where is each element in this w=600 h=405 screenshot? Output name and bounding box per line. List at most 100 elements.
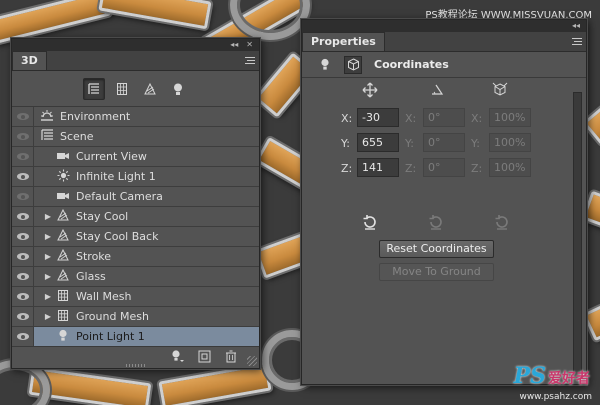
- layer-row[interactable]: Current View: [12, 146, 259, 167]
- scroll-grip[interactable]: [125, 364, 146, 367]
- coordinate-row: X: -30 X: 0° X: 100%: [302, 108, 572, 130]
- coordinates-form: X: -30 X: 0° X: 100% Y: 655 Y: 0° Y: 100% Z: 141 Z: 0° Z…: [302, 79, 572, 384]
- position-input[interactable]: -30: [357, 108, 399, 127]
- collapse-icon[interactable]: ◂◂: [572, 20, 580, 32]
- eye-icon: [16, 213, 29, 220]
- reset-coordinates-button[interactable]: Reset Coordinates: [379, 240, 494, 258]
- collapse-icon[interactable]: ◂◂: [230, 39, 238, 51]
- material-filter-icon[interactable]: [139, 78, 161, 100]
- scene-layer-list: Environment Scene Current View Infinite Lig…: [12, 106, 259, 347]
- layer-label: Stay Cool Back: [76, 230, 159, 243]
- plane-mesh-icon: [54, 289, 72, 305]
- reset-position-icon[interactable]: [362, 214, 378, 234]
- expand-arrow-icon[interactable]: ▶: [42, 212, 54, 221]
- tab-bar: Properties: [302, 32, 586, 52]
- coordinates-tab-icon[interactable]: [344, 55, 362, 74]
- panel-menu-icon[interactable]: [241, 53, 255, 67]
- reset-rotation-icon: [428, 214, 444, 234]
- position-axis-label: Y:: [341, 137, 350, 150]
- rotation-input: 0°: [423, 108, 465, 127]
- rotation-input: 0°: [423, 158, 465, 177]
- visibility-toggle[interactable]: [12, 286, 34, 307]
- wood-plank-render: [98, 0, 212, 30]
- expand-arrow-icon[interactable]: ▶: [42, 252, 54, 261]
- vertical-scrollbar[interactable]: [573, 92, 582, 378]
- watermark-url: www.psahz.com: [519, 392, 592, 402]
- position-input[interactable]: 655: [357, 133, 399, 152]
- watermark-cn: 爱好者: [548, 371, 590, 387]
- rotation-input: 0°: [423, 133, 465, 152]
- layer-row[interactable]: ▶ Wall Mesh: [12, 286, 259, 307]
- layer-row[interactable]: Environment: [12, 106, 259, 127]
- scale-input: 100%: [489, 158, 531, 177]
- layer-label: Wall Mesh: [76, 290, 132, 303]
- resize-grip-icon[interactable]: [247, 356, 257, 366]
- plane-mesh-icon: [54, 309, 72, 325]
- mesh-icon: [54, 228, 72, 245]
- layer-row[interactable]: Default Camera: [12, 186, 259, 207]
- eye-icon: [16, 173, 29, 180]
- watermark-ps: PS: [513, 363, 546, 389]
- visibility-toggle[interactable]: [12, 266, 34, 287]
- layer-row[interactable]: ▶ Glass: [12, 266, 259, 287]
- layer-row[interactable]: Scene: [12, 126, 259, 147]
- coordinate-row: Z: 141 Z: 0° Z: 100%: [302, 158, 572, 180]
- properties-panel: ◂◂ Properties Coordinates X: -30 X: 0° X: 100…: [301, 19, 587, 385]
- layer-label: Ground Mesh: [76, 310, 149, 323]
- scale-cube-icon: [492, 82, 508, 102]
- mesh-icon: [54, 248, 72, 265]
- move-to-ground-button: Move To Ground: [379, 263, 494, 281]
- expand-arrow-icon[interactable]: ▶: [42, 232, 54, 241]
- expand-arrow-icon[interactable]: ▶: [42, 312, 54, 321]
- camera-icon: [54, 150, 72, 164]
- panel-topbar: ◂◂ ✕: [12, 39, 259, 51]
- layer-row[interactable]: ▶ Stay Cool: [12, 206, 259, 227]
- visibility-toggle[interactable]: [12, 246, 34, 267]
- visibility-toggle[interactable]: [12, 306, 34, 327]
- position-input[interactable]: 141: [357, 158, 399, 177]
- layer-label: Glass: [76, 270, 106, 283]
- tab-3d[interactable]: 3D: [12, 51, 47, 70]
- panel-menu-icon[interactable]: [568, 34, 582, 48]
- visibility-toggle[interactable]: [12, 126, 34, 147]
- position-axis-label: X:: [341, 112, 353, 125]
- properties-header: Coordinates: [302, 52, 586, 78]
- expand-arrow-icon[interactable]: ▶: [42, 272, 54, 281]
- add-light-icon[interactable]: [170, 349, 184, 366]
- add-object-icon[interactable]: [198, 350, 211, 366]
- panel-topbar: ◂◂: [302, 20, 586, 32]
- coordinate-row: Y: 655 Y: 0° Y: 100%: [302, 133, 572, 155]
- layer-row[interactable]: ▶ Stay Cool Back: [12, 226, 259, 247]
- layer-row[interactable]: Infinite Light 1: [12, 166, 259, 187]
- layer-row[interactable]: ▶ Ground Mesh: [12, 306, 259, 327]
- visibility-toggle[interactable]: [12, 206, 34, 227]
- light-properties-icon[interactable]: [316, 56, 334, 74]
- layer-row[interactable]: ▶ Stroke: [12, 246, 259, 267]
- visibility-toggle[interactable]: [12, 106, 34, 127]
- visibility-toggle[interactable]: [12, 226, 34, 247]
- visibility-toggle[interactable]: [12, 166, 34, 187]
- eye-icon: [16, 293, 29, 300]
- filter-toolbar: [12, 71, 259, 107]
- expand-arrow-icon[interactable]: ▶: [42, 292, 54, 301]
- scale-input: 100%: [489, 133, 531, 152]
- close-icon[interactable]: ✕: [246, 39, 253, 51]
- layer-label: Current View: [76, 150, 147, 163]
- scene-icon: [38, 129, 56, 144]
- mesh-filter-icon[interactable]: [111, 78, 133, 100]
- visibility-toggle[interactable]: [12, 186, 34, 207]
- tab-bar: 3D: [12, 51, 259, 71]
- point-light-icon: [54, 329, 72, 345]
- layer-label: Environment: [60, 110, 131, 123]
- light-filter-icon[interactable]: [167, 78, 189, 100]
- trash-icon[interactable]: [225, 350, 237, 366]
- rotate-angle-icon: [430, 82, 444, 100]
- mesh-icon: [54, 208, 72, 225]
- tab-properties[interactable]: Properties: [302, 32, 385, 51]
- visibility-toggle[interactable]: [12, 326, 34, 347]
- scene-filter-icon[interactable]: [82, 77, 105, 100]
- eye-icon: [16, 113, 29, 120]
- reset-scale-icon: [494, 214, 510, 234]
- visibility-toggle[interactable]: [12, 146, 34, 167]
- layer-row[interactable]: Point Light 1: [12, 326, 259, 347]
